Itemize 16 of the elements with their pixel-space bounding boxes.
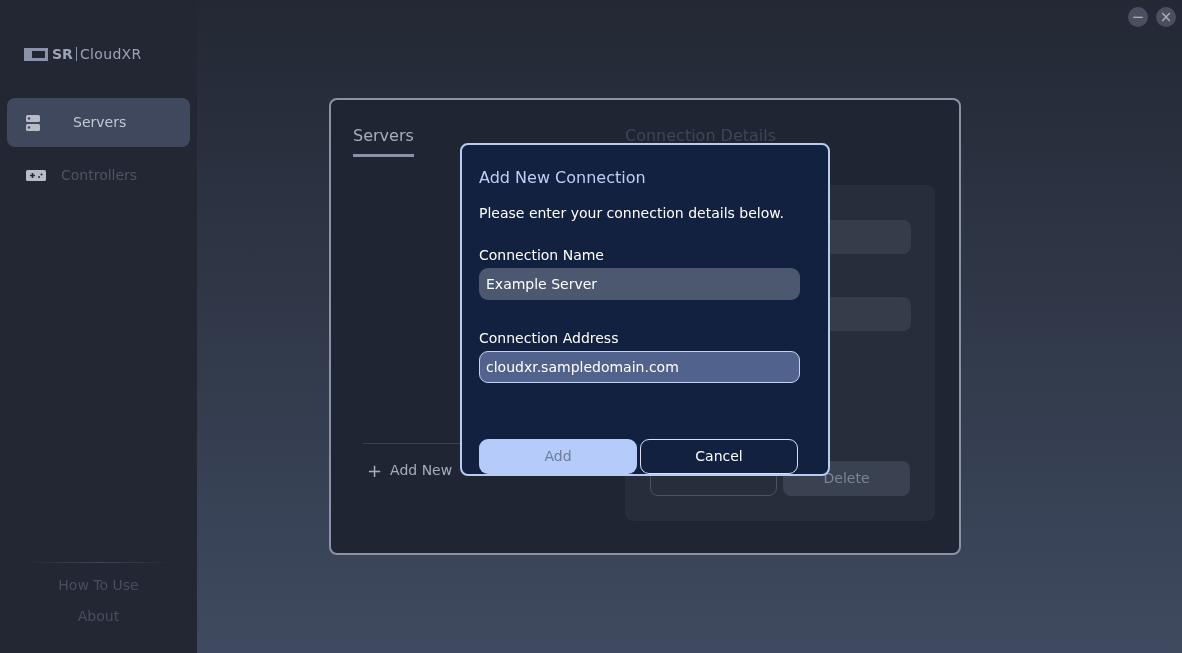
gamepad-icon <box>26 170 46 181</box>
plus-icon: + <box>367 461 383 480</box>
input-field[interactable]: Example Server <box>479 268 800 300</box>
sidebar-item[interactable]: Servers <box>7 98 190 147</box>
add-link[interactable]: Add New <box>390 460 453 481</box>
tab[interactable]: Servers <box>353 124 414 157</box>
field-label: Connection Name <box>479 246 605 265</box>
field-label: Connection Address <box>479 329 620 348</box>
logo-text: SR <box>52 44 73 64</box>
input-field[interactable]: cloudxr.sampledomain.com <box>479 351 800 383</box>
dialog-message: Please enter your connection details below. <box>479 204 785 223</box>
dialog-button[interactable]: Cancel <box>640 439 798 474</box>
logo-product: CloudXR <box>79 44 142 64</box>
dialog-title: Add New Connection <box>479 167 647 189</box>
logo-icon <box>24 47 48 61</box>
server-icon <box>26 114 40 131</box>
